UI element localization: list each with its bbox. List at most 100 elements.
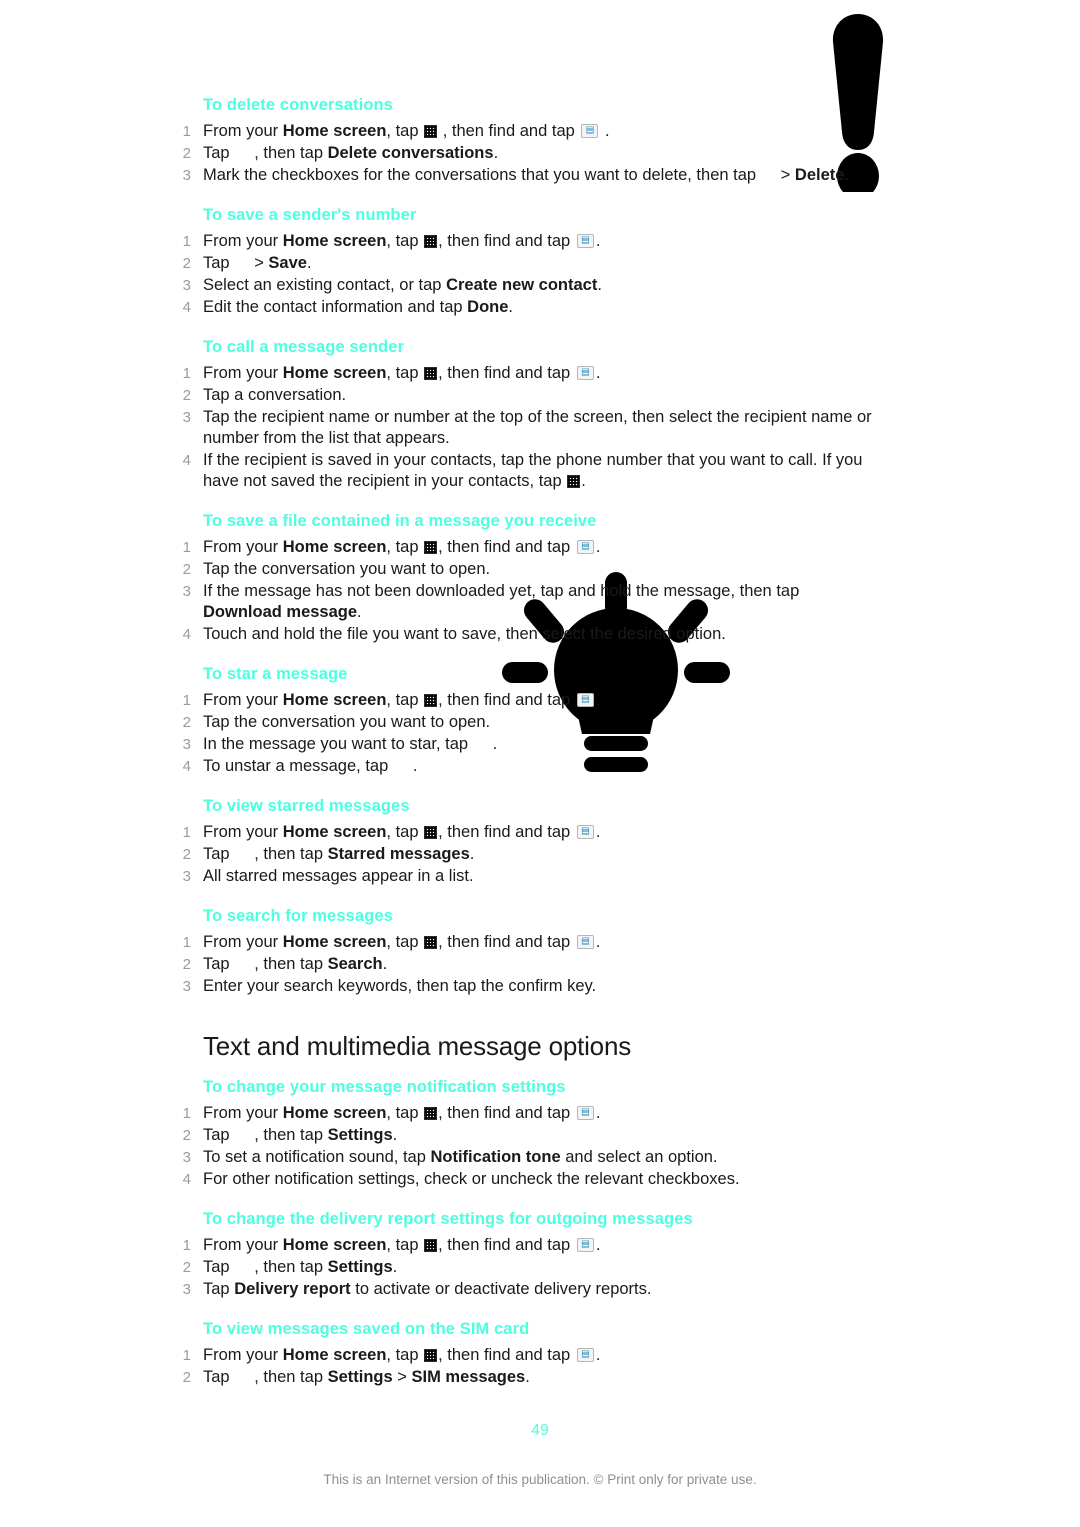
- step-text: .: [306, 254, 312, 272]
- procedure-step: From your Home screen, tap , then find a…: [172, 121, 872, 142]
- procedure-step: From your Home screen, tap , then find a…: [172, 231, 872, 252]
- procedure-steps: From your Home screen, tap , then find a…: [172, 690, 872, 777]
- step-text: , tap: [386, 538, 424, 556]
- step-text: Tap: [203, 955, 235, 973]
- step-text: , then tap: [254, 955, 328, 973]
- messaging-glyph: ▤: [581, 936, 590, 947]
- procedure-step: From your Home screen, tap , then find a…: [172, 932, 872, 953]
- procedure-steps: From your Home screen, tap , then find a…: [172, 363, 872, 492]
- procedure-heading: To view starred messages: [203, 797, 410, 815]
- step-text: , then find and tap: [438, 364, 575, 382]
- missing-glyph-icon: [236, 1371, 252, 1384]
- procedure-step: Tap , then tap Settings.: [172, 1125, 872, 1146]
- procedure-heading: To change the delivery report settings f…: [203, 1210, 693, 1228]
- messaging-app-icon: ▤: [576, 1106, 594, 1120]
- procedure-steps: From your Home screen, tap , then find a…: [172, 822, 872, 887]
- messaging-app-icon: ▤: [576, 234, 594, 248]
- app-drawer-grid-icon: [424, 1107, 438, 1120]
- step-text: From your: [203, 364, 283, 382]
- step-text: , then tap: [254, 1258, 328, 1276]
- missing-glyph-icon: [236, 257, 252, 270]
- procedure-step: Edit the contact information and tap Don…: [172, 297, 872, 318]
- procedure-block: To call a message sender From your Home s…: [172, 338, 872, 492]
- app-drawer-grid-icon: [424, 1349, 438, 1362]
- step-text: , tap: [386, 933, 424, 951]
- messaging-app-icon: ▤: [576, 825, 594, 839]
- step-text: .: [595, 538, 601, 556]
- procedure-step: If the message has not been downloaded y…: [172, 581, 872, 623]
- emphasis-text: Home screen: [282, 122, 387, 140]
- step-text: In the message you want to star, tap: [203, 735, 473, 753]
- procedure-step: Select an existing contact, or tap Creat…: [172, 275, 872, 296]
- procedure-heading: To star a message: [203, 665, 348, 683]
- messaging-app-icon: ▤: [576, 693, 594, 707]
- step-text: .: [493, 144, 499, 162]
- step-text: From your: [203, 232, 283, 250]
- messaging-glyph: ▤: [581, 826, 590, 837]
- emphasis-text: Starred messages: [327, 845, 470, 863]
- step-text: Tap: [203, 1126, 235, 1144]
- procedure-block: To save a sender's number From your Home …: [172, 206, 872, 318]
- procedure-heading: To search for messages: [203, 907, 393, 925]
- procedure-block: To change the delivery report settings f…: [172, 1210, 872, 1300]
- emphasis-text: Download message: [203, 603, 358, 621]
- procedure-step: Tap Delivery report to activate or deact…: [172, 1279, 872, 1300]
- step-text: , then find and tap: [438, 538, 575, 556]
- step-text: Tap: [203, 845, 235, 863]
- app-drawer-grid-icon: [424, 541, 438, 554]
- procedure-step: Touch and hold the file you want to save…: [172, 624, 872, 645]
- app-drawer-grid-icon: [424, 936, 438, 949]
- procedure-step: From your Home screen, tap , then find a…: [172, 1345, 872, 1366]
- emphasis-text: Create new contact: [446, 276, 598, 294]
- procedure-step: If the recipient is saved in your contac…: [172, 450, 872, 492]
- procedure-steps: From your Home screen, tap , then find a…: [172, 1345, 872, 1388]
- step-text: For other notification settings, check o…: [203, 1170, 740, 1188]
- procedure-steps: From your Home screen, tap , then find a…: [172, 1235, 872, 1300]
- messaging-app-icon: ▤: [576, 540, 594, 554]
- step-text: , then find and tap: [438, 1236, 575, 1254]
- step-text: , tap: [386, 364, 424, 382]
- step-text: If the message has not been downloaded y…: [203, 582, 800, 600]
- app-drawer-grid-icon: [424, 367, 438, 380]
- emphasis-text: Settings: [327, 1126, 393, 1144]
- step-text: , then tap: [254, 1368, 328, 1386]
- step-text: to activate or deactivate delivery repor…: [350, 1280, 652, 1298]
- missing-glyph-icon: [236, 1261, 252, 1274]
- procedure-block: To view starred messages From your Home s…: [172, 797, 872, 887]
- procedure-heading: To delete conversations: [203, 96, 393, 114]
- procedure-step: For other notification settings, check o…: [172, 1169, 872, 1190]
- step-text: .: [844, 166, 850, 184]
- emphasis-text: Delete: [794, 166, 845, 184]
- step-text: , then find and tap: [438, 933, 575, 951]
- step-text: From your: [203, 691, 283, 709]
- step-text: To unstar a message, tap: [203, 757, 393, 775]
- procedure-block: To star a message From your Home screen, …: [172, 665, 872, 777]
- procedure-step: Tap the recipient name or number at the …: [172, 407, 872, 449]
- emphasis-text: Delete conversations: [327, 144, 494, 162]
- procedure-block: To search for messages From your Home scr…: [172, 907, 872, 997]
- procedure-heading: To view messages saved on the SIM card: [203, 1320, 530, 1338]
- procedure-steps: From your Home screen, tap , then find a…: [172, 1103, 872, 1190]
- step-text: Tap the conversation you want to open.: [203, 713, 491, 731]
- step-text: All starred messages appear in a list.: [203, 867, 474, 885]
- procedure-steps: From your Home screen, tap , then find a…: [172, 537, 872, 645]
- step-text: , tap: [386, 1236, 424, 1254]
- emphasis-text: Notification tone: [430, 1148, 561, 1166]
- emphasis-text: Home screen: [282, 1346, 387, 1364]
- step-text: .: [357, 603, 362, 621]
- procedure-step: From your Home screen, tap , then find a…: [172, 537, 872, 558]
- app-drawer-grid-icon: [424, 826, 438, 839]
- procedure-step: Tap , then tap Delete conversations.: [172, 143, 872, 164]
- emphasis-text: Home screen: [282, 691, 387, 709]
- step-text: , tap: [386, 122, 424, 140]
- emphasis-text: Save: [268, 254, 307, 272]
- procedure-block: To view messages saved on the SIM card Fr…: [172, 1320, 872, 1388]
- step-text: , then find and tap: [438, 823, 575, 841]
- section-title: Text and multimedia message options: [203, 1031, 632, 1061]
- messaging-app-icon: ▤: [576, 935, 594, 949]
- step-text: >: [780, 166, 795, 184]
- procedure-steps: From your Home screen, tap , then find a…: [172, 231, 872, 318]
- step-text: From your: [203, 823, 283, 841]
- procedure-step: Tap , then tap Settings.: [172, 1257, 872, 1278]
- procedure-heading: To call a message sender: [203, 338, 405, 356]
